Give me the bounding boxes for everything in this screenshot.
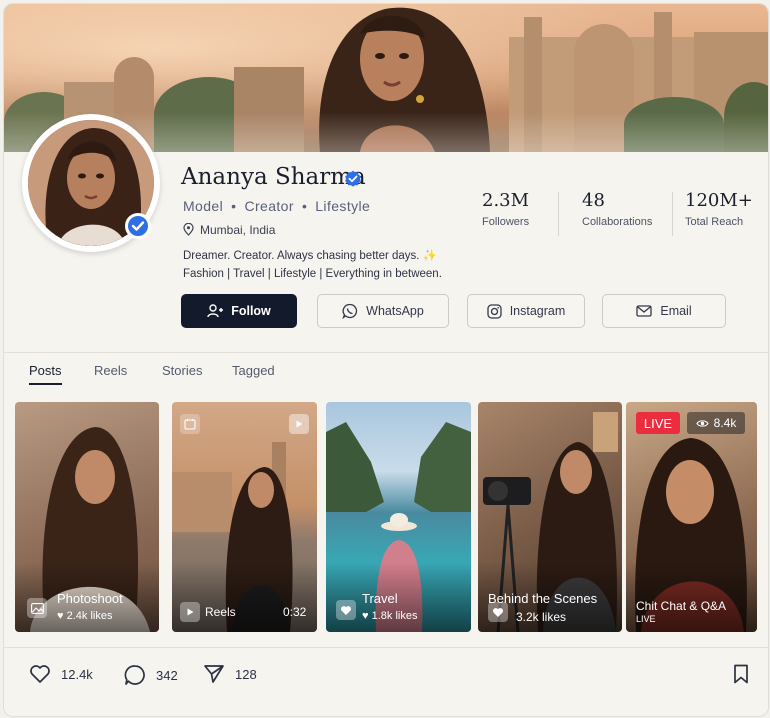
- verified-badge-icon: [125, 213, 151, 239]
- profile-roles: Model • Creator • Lifestyle: [183, 198, 371, 214]
- role-lifestyle: Lifestyle: [315, 198, 371, 214]
- mail-icon: [636, 305, 653, 317]
- post-likes: ♥ 2.4k likes: [57, 610, 113, 622]
- bookmark-button[interactable]: [733, 664, 749, 684]
- stat-divider: [672, 192, 673, 236]
- share-button[interactable]: 128: [203, 664, 257, 684]
- comment-count: 342: [156, 667, 178, 683]
- eye-icon: [696, 419, 709, 427]
- email-button[interactable]: Email: [602, 294, 726, 328]
- profile-stats: 2.3M Followers 48 Collaborations 120M+ T…: [472, 190, 758, 238]
- stat-label: Total Reach: [685, 216, 744, 228]
- profile-location: Mumbai, India: [183, 222, 276, 237]
- stat-followers[interactable]: 2.3M Followers: [482, 190, 529, 238]
- heart-icon: [336, 600, 356, 620]
- viewer-count: 8.4k: [687, 412, 745, 434]
- image-icon: [27, 598, 47, 618]
- stat-collaborations[interactable]: 48 Collaborations: [582, 190, 652, 238]
- stat-label: Followers: [482, 216, 530, 228]
- email-label: Email: [660, 304, 692, 318]
- active-tab-indicator: [29, 383, 62, 385]
- whatsapp-button[interactable]: WhatsApp: [317, 294, 449, 328]
- follow-label: Follow: [231, 304, 271, 318]
- post-likes: 3.2k likes: [516, 610, 567, 624]
- profile-name: Ananya Sharma: [181, 164, 366, 190]
- add-user-icon: [207, 304, 224, 318]
- heart-icon: [30, 665, 50, 683]
- tab-stories[interactable]: Stories: [162, 363, 202, 378]
- stat-total-reach[interactable]: 120M+ Total Reach: [685, 190, 753, 238]
- post-tile-photoshoot[interactable]: Photoshoot ♥ 2.4k likes: [15, 402, 159, 632]
- tab-tagged[interactable]: Tagged: [232, 363, 275, 378]
- verified-icon: [345, 170, 361, 187]
- location-text: Mumbai, India: [200, 223, 276, 237]
- stat-label: Collaborations: [582, 216, 653, 228]
- post-title: Photoshoot: [57, 591, 123, 606]
- stat-divider: [558, 192, 559, 236]
- like-count: 12.4k: [61, 666, 93, 682]
- stat-value: 2.3M: [482, 190, 530, 211]
- engagement-bar: 12.4k 342 128: [4, 647, 768, 716]
- video-play-icon: [289, 414, 309, 434]
- post-tile-reels[interactable]: Reels 0:32: [172, 402, 317, 632]
- post-title: Reels: [205, 605, 236, 619]
- comment-button[interactable]: 342: [124, 664, 178, 686]
- live-badge: LIVE: [636, 412, 680, 434]
- like-button[interactable]: 12.4k: [29, 664, 93, 684]
- play-icon: [180, 602, 200, 622]
- role-creator: Creator: [244, 198, 294, 214]
- post-tile-travel[interactable]: Travel ♥ 1.8k likes: [326, 402, 471, 632]
- post-title: Behind the Scenes: [488, 591, 598, 606]
- send-icon: [204, 665, 224, 683]
- profile-card: Ananya Sharma Model • Creator • Lifestyle Mu…: [3, 3, 769, 717]
- post-duration: 0:32: [283, 605, 307, 619]
- whatsapp-label: WhatsApp: [366, 304, 424, 318]
- whatsapp-icon: [342, 303, 358, 319]
- tab-posts[interactable]: Posts: [29, 363, 62, 378]
- stat-value: 120M+: [685, 190, 753, 211]
- profile-bio: Dreamer. Creator. Always chasing better …: [183, 247, 442, 283]
- stat-value: 48: [582, 190, 605, 211]
- bookmark-icon: [734, 664, 748, 684]
- post-title: Travel: [362, 591, 398, 606]
- content-tabs: Posts Reels Stories Tagged: [4, 352, 768, 391]
- bio-line-1: Dreamer. Creator. Always chasing better …: [183, 250, 438, 262]
- bio-line-2: Fashion | Travel | Lifestyle | Everythin…: [183, 268, 442, 280]
- instagram-button[interactable]: Instagram: [467, 294, 585, 328]
- role-model: Model: [183, 198, 224, 214]
- post-subtitle: LIVE: [636, 614, 656, 624]
- comment-icon: [124, 665, 145, 685]
- share-count: 128: [235, 666, 257, 682]
- calendar-icon: [180, 414, 200, 434]
- instagram-icon: [487, 303, 502, 319]
- post-tile-live[interactable]: LIVE 8.4k Chit Chat & Q&A LIVE: [626, 402, 757, 632]
- location-pin-icon: [183, 222, 194, 236]
- post-likes: ♥ 1.8k likes: [362, 610, 418, 622]
- instagram-label: Instagram: [509, 304, 566, 318]
- follow-button[interactable]: Follow: [181, 294, 297, 328]
- post-title: Chit Chat & Q&A: [636, 599, 727, 613]
- viewer-count-value: 8.4k: [713, 416, 737, 430]
- tab-reels[interactable]: Reels: [94, 363, 127, 378]
- post-tile-behind-the-scenes[interactable]: Behind the Scenes 3.2k likes: [478, 402, 622, 632]
